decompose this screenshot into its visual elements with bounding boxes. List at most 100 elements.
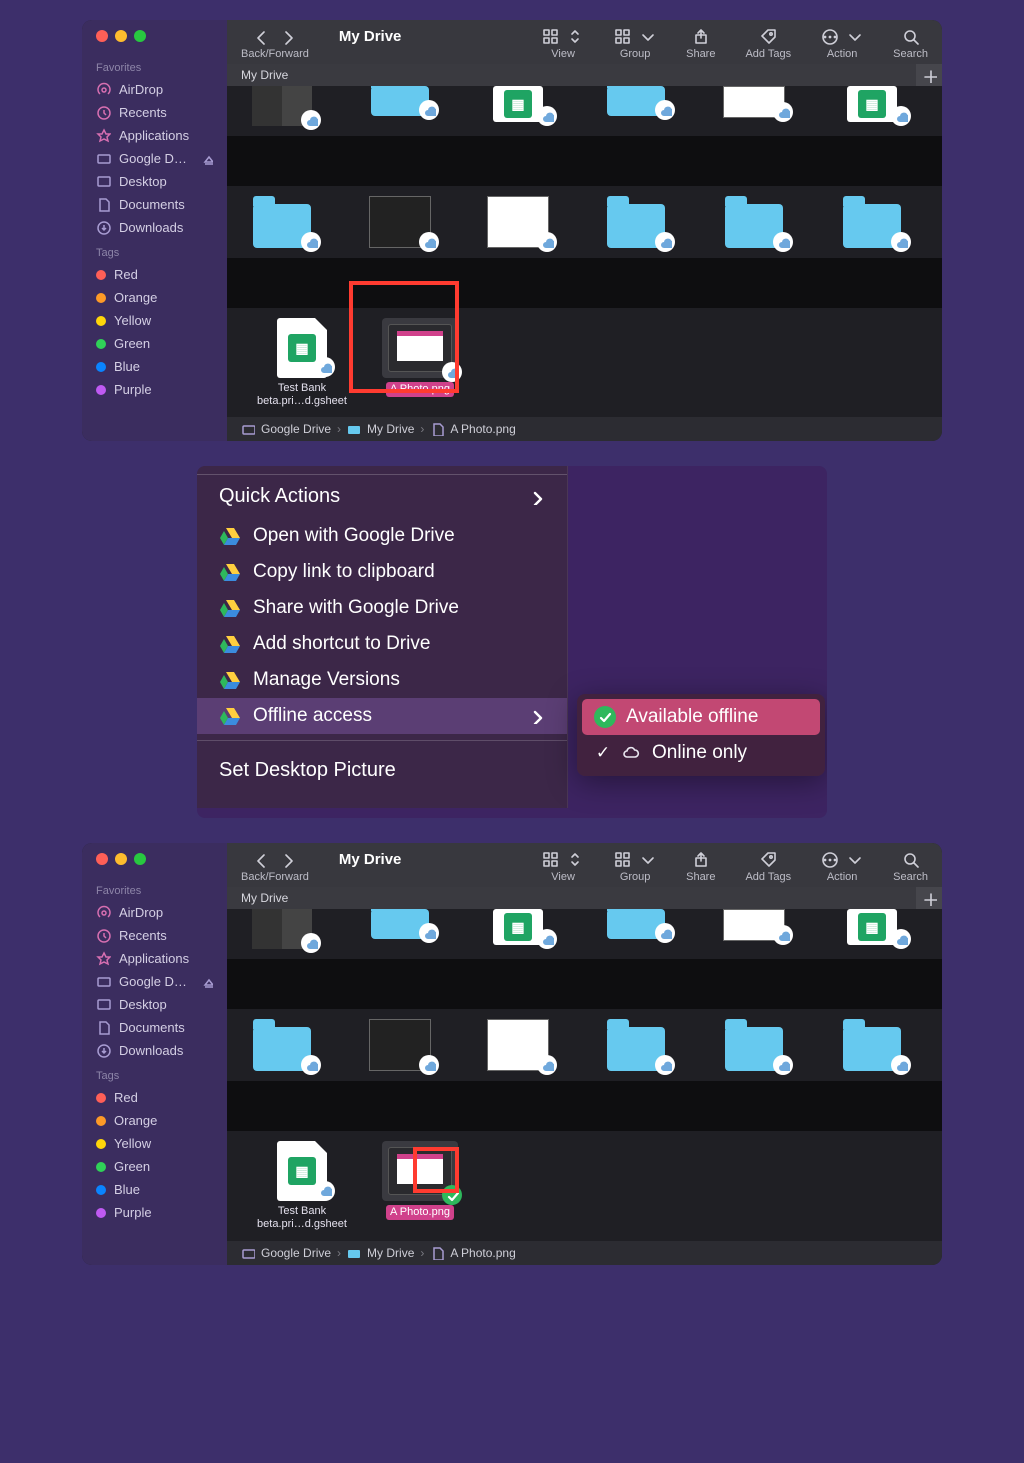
file-item-test-bank[interactable]: ▦ Test Bankbeta.pri…d.gsheet bbox=[247, 1141, 357, 1230]
search-button[interactable]: Search bbox=[893, 851, 928, 883]
ctx-set-desktop-picture[interactable]: Set Desktop Picture bbox=[197, 747, 567, 794]
icon-grid[interactable]: ▦ ▦ ▦ bbox=[227, 86, 942, 417]
sidebar-item-desktop[interactable]: Desktop bbox=[82, 993, 227, 1016]
sidebar-item-airdrop[interactable]: AirDrop bbox=[82, 78, 227, 101]
action-button[interactable]: Action bbox=[821, 851, 863, 883]
back-icon[interactable] bbox=[253, 28, 270, 45]
tab-strip[interactable]: My Drive bbox=[227, 64, 942, 86]
file-item[interactable] bbox=[365, 1019, 435, 1071]
sidebar-item-applications[interactable]: Applications bbox=[82, 124, 227, 147]
sidebar-item-desktop[interactable]: Desktop bbox=[82, 170, 227, 193]
folder-item[interactable] bbox=[719, 204, 789, 248]
group-button[interactable]: Group bbox=[614, 851, 656, 883]
path-bar[interactable]: Google Drive› My Drive› A Photo.png bbox=[227, 1241, 942, 1265]
search-button[interactable]: Search bbox=[893, 28, 928, 60]
sidebar-item-applications[interactable]: Applications bbox=[82, 947, 227, 970]
submenu-available-offline[interactable]: Available offline bbox=[582, 699, 820, 735]
add-tags-button[interactable]: Add Tags bbox=[745, 28, 791, 60]
folder-item[interactable] bbox=[601, 1027, 671, 1071]
new-tab-button[interactable] bbox=[916, 64, 942, 86]
file-item[interactable] bbox=[719, 86, 789, 118]
folder-item[interactable] bbox=[365, 86, 435, 116]
sidebar-item-documents[interactable]: Documents bbox=[82, 193, 227, 216]
file-item-gsheet[interactable]: ▦ bbox=[837, 86, 907, 122]
ctx-open-with-google-drive[interactable]: Open with Google Drive bbox=[197, 518, 567, 554]
ctx-share-with-google-drive[interactable]: Share with Google Drive bbox=[197, 590, 567, 626]
ctx-copy-link[interactable]: Copy link to clipboard bbox=[197, 554, 567, 590]
ctx-manage-versions[interactable]: Manage Versions bbox=[197, 662, 567, 698]
path-segment[interactable]: A Photo.png bbox=[450, 422, 515, 436]
sidebar-item-airdrop[interactable]: AirDrop bbox=[82, 901, 227, 924]
sidebar-item-google-drive[interactable]: Google D… bbox=[82, 147, 227, 170]
path-segment[interactable]: My Drive bbox=[367, 422, 414, 436]
file-item[interactable] bbox=[483, 1019, 553, 1071]
path-segment[interactable]: Google Drive bbox=[261, 1246, 331, 1260]
quick-actions-header[interactable]: Quick Actions bbox=[197, 474, 567, 518]
group-button[interactable]: Group bbox=[614, 28, 656, 60]
eject-icon[interactable] bbox=[201, 153, 213, 165]
active-tab[interactable]: My Drive bbox=[241, 891, 288, 905]
back-forward-buttons[interactable]: Back/Forward bbox=[241, 28, 309, 60]
path-segment[interactable]: A Photo.png bbox=[450, 1246, 515, 1260]
file-item-a-photo[interactable]: A Photo.png bbox=[377, 1141, 463, 1220]
add-tags-button[interactable]: Add Tags bbox=[745, 851, 791, 883]
tag-green[interactable]: Green bbox=[82, 1155, 227, 1178]
zoom-dot[interactable] bbox=[134, 853, 146, 865]
window-traffic-lights[interactable] bbox=[82, 853, 227, 877]
folder-item[interactable] bbox=[837, 204, 907, 248]
file-item[interactable] bbox=[247, 86, 317, 126]
folder-item[interactable] bbox=[601, 204, 671, 248]
minimize-dot[interactable] bbox=[115, 853, 127, 865]
tag-red[interactable]: Red bbox=[82, 1086, 227, 1109]
offline-access-submenu[interactable]: Available offline ✓ Online only bbox=[577, 694, 825, 776]
tag-yellow[interactable]: Yellow bbox=[82, 1132, 227, 1155]
tag-purple[interactable]: Purple bbox=[82, 378, 227, 401]
sidebar-item-downloads[interactable]: Downloads bbox=[82, 1039, 227, 1062]
back-forward-buttons[interactable]: Back/Forward bbox=[241, 851, 309, 883]
share-button[interactable]: Share bbox=[686, 28, 715, 60]
path-bar[interactable]: Google Drive› My Drive› A Photo.png bbox=[227, 417, 942, 441]
submenu-online-only[interactable]: ✓ Online only bbox=[582, 735, 820, 771]
ctx-add-shortcut[interactable]: Add shortcut to Drive bbox=[197, 626, 567, 662]
eject-icon[interactable] bbox=[201, 976, 213, 988]
tag-blue[interactable]: Blue bbox=[82, 355, 227, 378]
icon-grid[interactable]: ▦ ▦ ▦ bbox=[227, 909, 942, 1240]
tag-orange[interactable]: Orange bbox=[82, 286, 227, 309]
ctx-offline-access[interactable]: Offline access bbox=[197, 698, 567, 734]
path-segment[interactable]: My Drive bbox=[367, 1246, 414, 1260]
sidebar-item-recents[interactable]: Recents bbox=[82, 101, 227, 124]
zoom-dot[interactable] bbox=[134, 30, 146, 42]
file-item-gsheet[interactable]: ▦ bbox=[483, 86, 553, 122]
tag-blue[interactable]: Blue bbox=[82, 1178, 227, 1201]
path-segment[interactable]: Google Drive bbox=[261, 422, 331, 436]
folder-item[interactable] bbox=[247, 204, 317, 248]
sidebar-item-documents[interactable]: Documents bbox=[82, 1016, 227, 1039]
file-item-a-photo[interactable]: A Photo.png bbox=[377, 318, 463, 397]
view-button[interactable]: View bbox=[542, 28, 584, 60]
share-button[interactable]: Share bbox=[686, 851, 715, 883]
close-dot[interactable] bbox=[96, 853, 108, 865]
forward-icon[interactable] bbox=[280, 851, 297, 868]
active-tab[interactable]: My Drive bbox=[241, 68, 288, 82]
folder-item[interactable] bbox=[719, 1027, 789, 1071]
tag-purple[interactable]: Purple bbox=[82, 1201, 227, 1224]
tag-yellow[interactable]: Yellow bbox=[82, 309, 227, 332]
folder-item[interactable] bbox=[601, 86, 671, 116]
new-tab-button[interactable] bbox=[916, 887, 942, 909]
tab-strip[interactable]: My Drive bbox=[227, 887, 942, 909]
minimize-dot[interactable] bbox=[115, 30, 127, 42]
folder-item[interactable] bbox=[365, 909, 435, 939]
close-dot[interactable] bbox=[96, 30, 108, 42]
view-button[interactable]: View bbox=[542, 851, 584, 883]
file-item-test-bank[interactable]: ▦ Test Bankbeta.pri…d.gsheet bbox=[247, 318, 357, 407]
tag-orange[interactable]: Orange bbox=[82, 1109, 227, 1132]
tag-green[interactable]: Green bbox=[82, 332, 227, 355]
action-button[interactable]: Action bbox=[821, 28, 863, 60]
folder-item[interactable] bbox=[837, 1027, 907, 1071]
sidebar-item-recents[interactable]: Recents bbox=[82, 924, 227, 947]
folder-item[interactable] bbox=[601, 909, 671, 939]
folder-item[interactable] bbox=[247, 1027, 317, 1071]
window-traffic-lights[interactable] bbox=[82, 30, 227, 54]
file-item[interactable] bbox=[247, 909, 317, 949]
tag-red[interactable]: Red bbox=[82, 263, 227, 286]
